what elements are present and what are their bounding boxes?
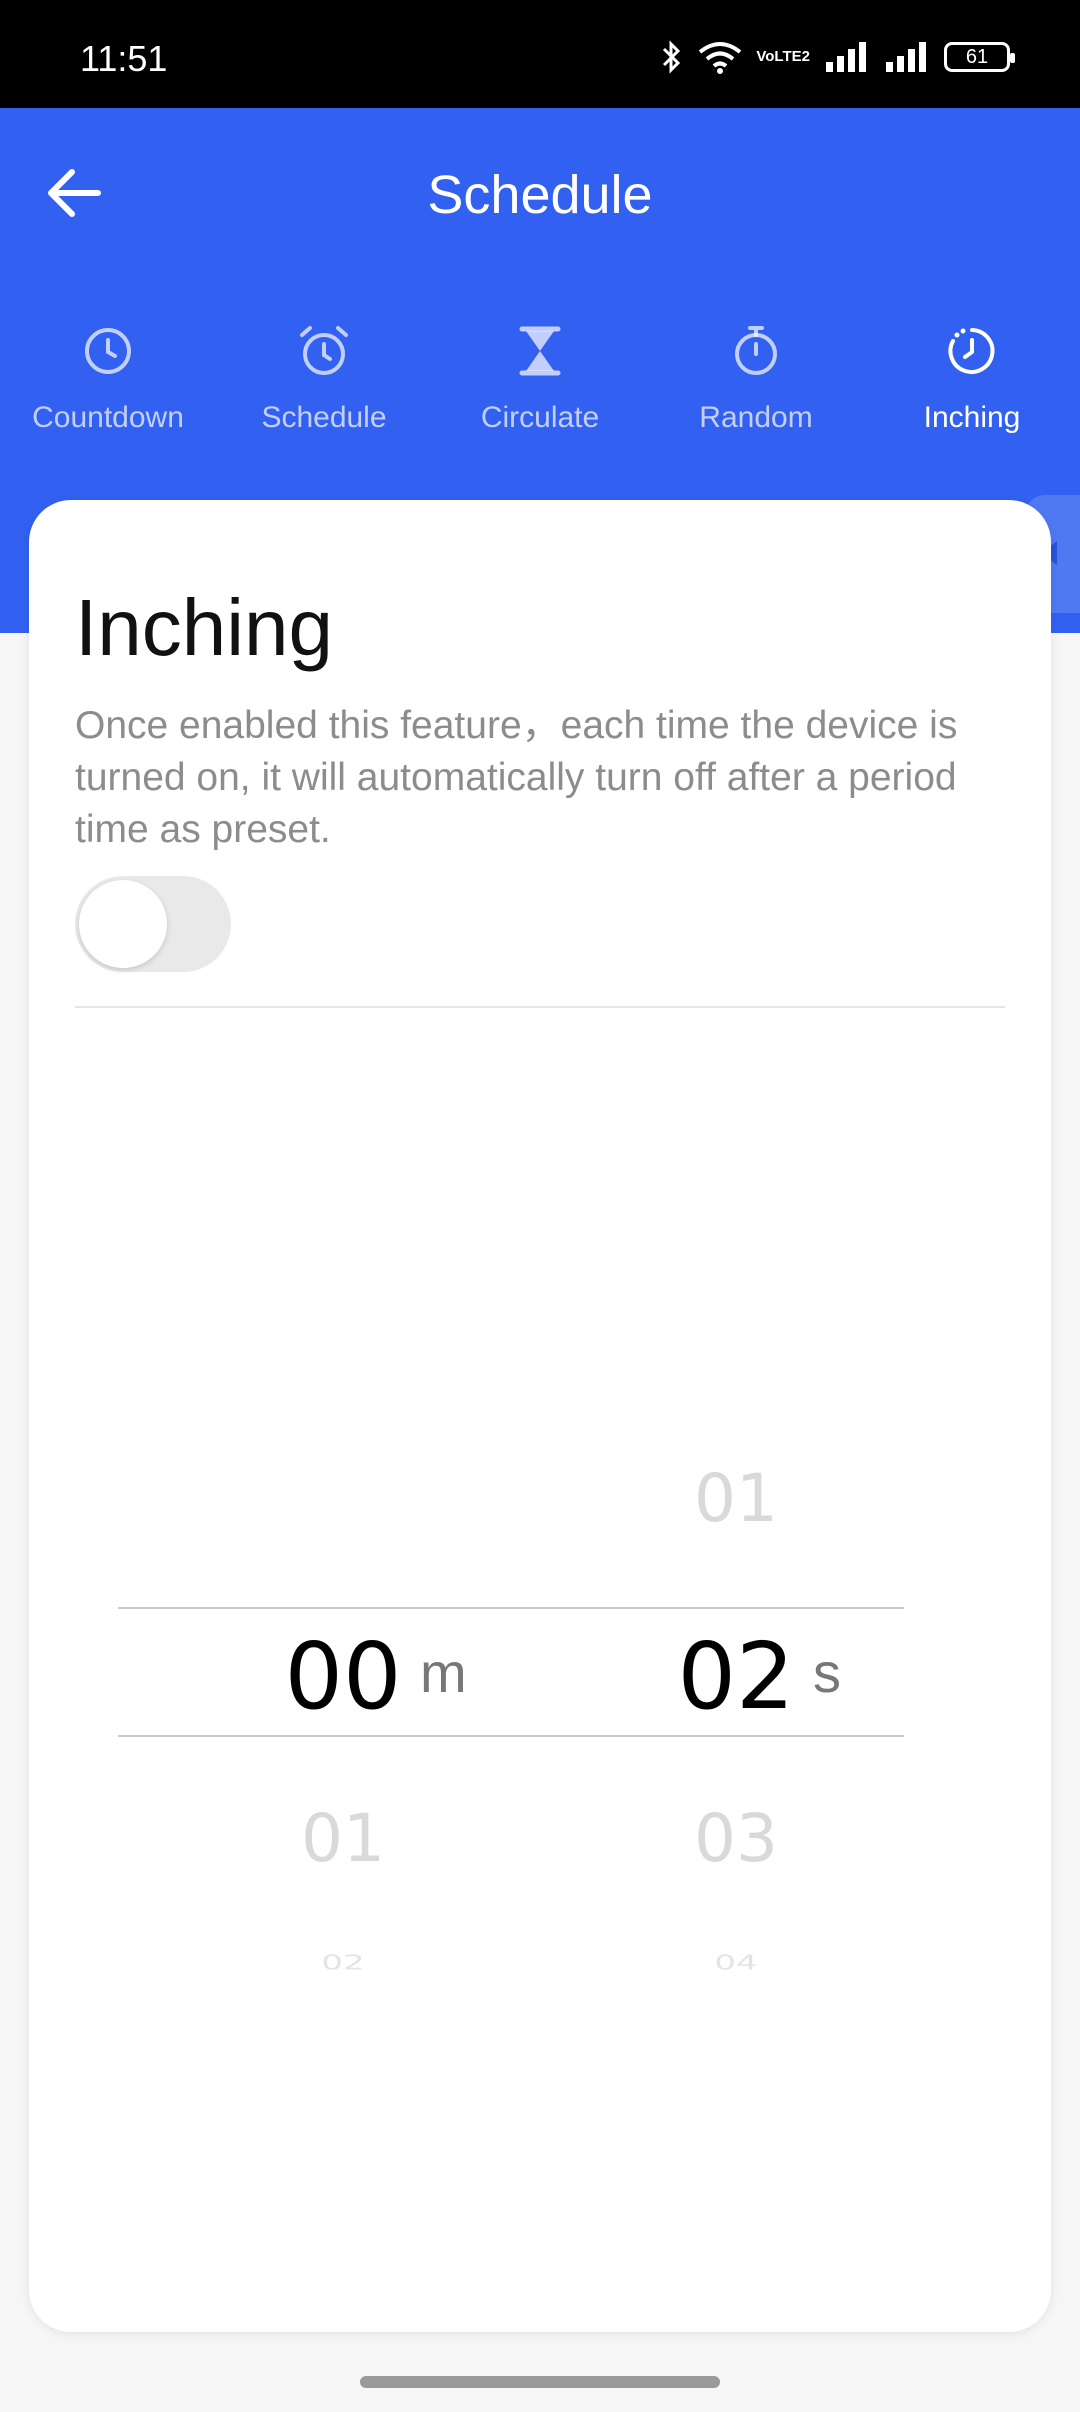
seconds-unit: s (813, 1641, 841, 1704)
wifi-icon (699, 42, 742, 74)
page-title: Schedule (427, 165, 653, 225)
home-indicator[interactable] (360, 2376, 720, 2388)
tab-bar: Countdown Schedule Circulate Random Inch… (0, 323, 1080, 435)
hourglass-icon (519, 326, 561, 376)
minutes-selected[interactable]: 00 (243, 1622, 443, 1732)
tab-label: Circulate (480, 401, 600, 434)
tab-label: Schedule (261, 401, 387, 434)
tab-label: Random (699, 401, 813, 434)
stopwatch-icon (735, 326, 777, 375)
picker-bottom-line (118, 1735, 904, 1737)
bluetooth-icon (663, 40, 681, 74)
minutes-unit: m (420, 1641, 467, 1704)
inching-card: Inching Once enabled this feature，each t… (29, 500, 1051, 2332)
status-icons: VoLTE2 61 (660, 40, 1015, 74)
volte-icon: VoLTE2 (756, 48, 810, 65)
inching-title: Inching (75, 583, 333, 672)
inching-toggle[interactable] (75, 876, 231, 972)
clock-icon (85, 328, 131, 374)
tab-inching[interactable]: Inching (864, 323, 1080, 435)
inching-description: Once enabled this feature，each time the … (75, 704, 958, 851)
battery-icon: 61 (944, 42, 1015, 72)
dotted-clock-icon (948, 328, 995, 374)
minutes-option[interactable]: 02 (243, 1951, 443, 1975)
alarm-clock-icon (300, 326, 348, 375)
tab-circulate[interactable]: Circulate (432, 323, 648, 435)
seconds-option[interactable]: 03 (636, 1800, 836, 1877)
seconds-option[interactable]: 01 (636, 1460, 836, 1537)
picker-top-line (118, 1607, 904, 1609)
tab-label: Inching (923, 401, 1021, 434)
divider (75, 1006, 1005, 1008)
tab-random[interactable]: Random (648, 323, 864, 435)
tab-schedule[interactable]: Schedule (216, 323, 432, 435)
status-time: 11:51 (80, 38, 168, 79)
toggle-knob (79, 880, 167, 968)
signal-icon-2 (886, 42, 926, 72)
tab-label: Countdown (32, 401, 184, 434)
status-bar: 11:51 VoLTE2 61 (0, 0, 1080, 108)
seconds-selected[interactable]: 02 (636, 1622, 836, 1732)
tab-countdown[interactable]: Countdown (0, 323, 216, 435)
seconds-option[interactable]: 04 (636, 1951, 836, 1975)
signal-icon (826, 42, 866, 72)
minutes-option[interactable]: 01 (243, 1800, 443, 1877)
